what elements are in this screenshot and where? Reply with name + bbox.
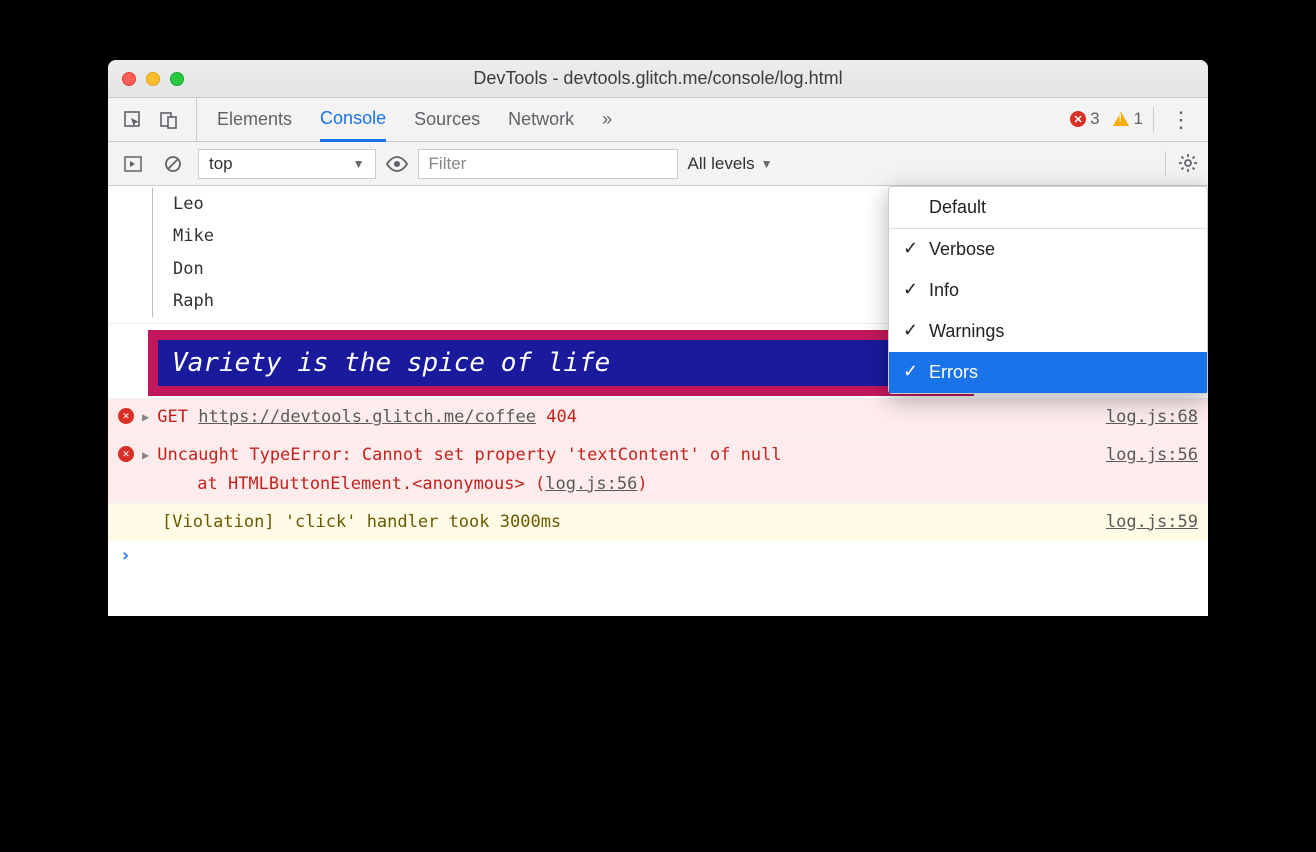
error-count: 3	[1090, 109, 1099, 129]
console-output: Leo Mike Don Raph Variety is the spice o…	[108, 186, 1208, 616]
console-prompt[interactable]: ›	[108, 541, 1208, 570]
violation-message: [Violation] 'click' handler took 3000ms	[162, 508, 1098, 537]
source-link[interactable]: log.js:56	[545, 474, 637, 494]
window-controls	[108, 72, 184, 86]
styled-log-message: Variety is the spice of life	[148, 330, 974, 396]
settings-icon[interactable]	[1165, 151, 1198, 177]
issue-counts[interactable]: ✕ 3 1	[1070, 107, 1154, 133]
console-error-row[interactable]: ✕ ▶ Uncaught TypeError: Cannot set prope…	[108, 436, 1208, 503]
styled-log-text: Variety is the spice of life	[158, 340, 964, 386]
stack-trace: at HTMLButtonElement.<anonymous> (log.js…	[157, 470, 1098, 499]
menu-item-verbose[interactable]: Verbose	[889, 229, 1207, 270]
source-link[interactable]: log.js:59	[1106, 508, 1198, 537]
filter-input[interactable]	[418, 149, 678, 179]
tab-network[interactable]: Network	[508, 98, 574, 141]
menu-item-info[interactable]: Info	[889, 270, 1207, 311]
menu-item-errors[interactable]: Errors	[889, 352, 1207, 393]
live-expression-icon[interactable]	[386, 156, 408, 172]
tab-elements[interactable]: Elements	[217, 98, 292, 141]
error-message: Uncaught TypeError: Cannot set property …	[157, 441, 1098, 499]
more-menu-icon[interactable]: ⋮	[1164, 107, 1198, 133]
minimize-button[interactable]	[146, 72, 160, 86]
tab-console[interactable]: Console	[320, 99, 386, 142]
expand-icon[interactable]: ▶	[142, 445, 149, 465]
context-selector[interactable]: top ▼	[198, 149, 376, 179]
console-violation-row[interactable]: [Violation] 'click' handler took 3000ms …	[108, 503, 1208, 541]
request-url[interactable]: https://devtools.glitch.me/coffee	[198, 407, 536, 427]
expand-icon[interactable]: ▶	[142, 407, 149, 427]
warning-count: 1	[1134, 109, 1143, 129]
error-icon: ✕	[1070, 111, 1086, 127]
window-title: DevTools - devtools.glitch.me/console/lo…	[108, 68, 1208, 89]
menu-item-default[interactable]: Default	[889, 187, 1207, 228]
console-error-row[interactable]: ✕ ▶ GET https://devtools.glitch.me/coffe…	[108, 398, 1208, 436]
status-code: 404	[546, 407, 577, 427]
console-toolbar: top ▼ All levels ▼	[108, 142, 1208, 186]
chevron-down-icon: ▼	[353, 157, 365, 171]
error-icon: ✕	[118, 408, 134, 424]
tab-overflow-icon[interactable]: »	[602, 98, 612, 141]
log-levels-menu: Default Verbose Info Warnings Errors	[888, 186, 1208, 394]
log-levels-label: All levels	[688, 154, 755, 174]
log-levels-button[interactable]: All levels ▼	[688, 154, 773, 174]
source-link[interactable]: log.js:68	[1106, 403, 1198, 432]
zoom-button[interactable]	[170, 72, 184, 86]
source-link[interactable]: log.js:56	[1106, 441, 1198, 470]
menu-item-warnings[interactable]: Warnings	[889, 311, 1207, 352]
error-message: GET https://devtools.glitch.me/coffee 40…	[157, 403, 1098, 432]
titlebar: DevTools - devtools.glitch.me/console/lo…	[108, 60, 1208, 98]
warning-icon	[1113, 112, 1129, 126]
inspect-element-icon[interactable]	[118, 105, 148, 135]
error-icon: ✕	[118, 446, 134, 462]
close-button[interactable]	[122, 72, 136, 86]
toggle-device-icon[interactable]	[154, 105, 184, 135]
chevron-down-icon: ▼	[761, 157, 773, 171]
clear-console-icon[interactable]	[158, 149, 188, 179]
main-tabs-row: Elements Console Sources Network » ✕ 3 1…	[108, 98, 1208, 142]
devtools-window: DevTools - devtools.glitch.me/console/lo…	[108, 60, 1208, 616]
context-value: top	[209, 154, 233, 174]
tab-sources[interactable]: Sources	[414, 98, 480, 141]
toggle-sidebar-icon[interactable]	[118, 149, 148, 179]
